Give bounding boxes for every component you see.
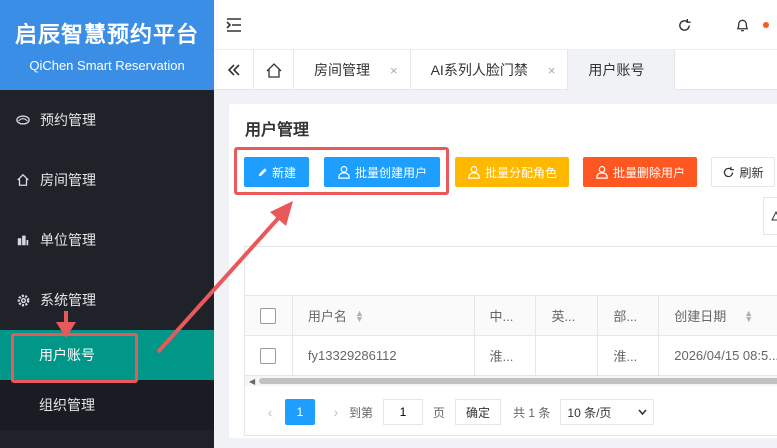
sidebar-item-label: 系统管理	[40, 292, 96, 308]
brand-title: 启辰智慧预约平台	[14, 23, 199, 48]
tab-home-icon[interactable]	[254, 50, 294, 90]
sidebar-item-reservation[interactable]: 预约管理	[0, 90, 214, 150]
page-unit-label: 页	[433, 405, 446, 420]
batch-delete-users-button[interactable]: 批量删除用户	[583, 157, 697, 187]
annotation-highlight-nav	[11, 333, 138, 383]
goto-label: 到第	[349, 405, 374, 420]
tab-user-accounts[interactable]: 用户账号	[568, 50, 676, 90]
gear-icon	[14, 291, 32, 309]
column-label: 用户名	[307, 309, 347, 324]
select-all-checkbox[interactable]	[260, 307, 276, 324]
column-label: 部...	[613, 309, 638, 324]
next-page-icon[interactable]: ›	[323, 404, 349, 420]
confirm-page-button[interactable]: 确定	[455, 399, 502, 425]
cell-chinese-name: 淮...	[475, 336, 537, 375]
brand-subtitle: QiChen Smart Reservation	[29, 58, 185, 73]
scrollbar-thumb[interactable]	[259, 378, 777, 384]
user-icon	[468, 166, 480, 179]
sidebar-item-label: 预约管理	[40, 112, 96, 128]
page-jump-input[interactable]	[383, 399, 424, 425]
home-icon	[14, 171, 32, 189]
horizontal-scrollbar[interactable]: ◀	[245, 376, 777, 386]
refresh-icon[interactable]	[674, 15, 694, 35]
page-title: 用户管理	[245, 122, 310, 139]
table-row[interactable]: fy13329286112 淮... 淮... 2026/04/15 08:5.…	[245, 336, 777, 376]
column-label: 创建日期	[674, 309, 727, 324]
scroll-left-icon[interactable]: ◀	[249, 377, 255, 386]
chevron-down-icon	[638, 409, 647, 415]
row-select-cell	[245, 336, 293, 375]
user-icon	[596, 166, 608, 179]
row-checkbox[interactable]	[260, 347, 276, 364]
cell-created-date: 2026/04/15 08:5...	[659, 336, 777, 375]
batch-assign-role-button[interactable]: 批量分配角色	[455, 157, 569, 187]
sidebar-item-label: 房间管理	[40, 172, 96, 188]
cell-english-name	[536, 336, 599, 375]
tab-label: 用户账号	[588, 62, 645, 78]
menu-fold-icon[interactable]	[224, 15, 244, 35]
sidebar-item-system[interactable]: 系统管理	[0, 270, 214, 330]
building-icon	[14, 231, 32, 249]
batch-delete-label: 批量删除用户	[612, 165, 685, 180]
tab-close-icon[interactable]: ×	[390, 63, 398, 78]
batch-role-label: 批量分配角色	[484, 165, 557, 180]
eye-icon	[14, 111, 32, 129]
top-header	[214, 0, 777, 50]
tab-label: AI系列人脸门禁	[430, 62, 528, 78]
sidebar-item-units[interactable]: 单位管理	[0, 210, 214, 270]
notification-dot	[763, 22, 769, 28]
column-label: 中...	[489, 309, 514, 324]
sidebar-item-rooms[interactable]: 房间管理	[0, 150, 214, 210]
column-username[interactable]: 用户名 ▲ ▼	[293, 296, 475, 335]
column-chinese-name[interactable]: 中...	[475, 296, 537, 335]
tab-face-access[interactable]: AI系列人脸门禁 ×	[411, 50, 569, 90]
pagination: ‹ 1 › 到第 页 确定 共 1 条 10 条/页	[245, 387, 777, 435]
cell-username: fy13329286112	[293, 336, 475, 375]
sort-icon[interactable]: ▲ ▼	[355, 308, 364, 323]
sidebar-subitem-organization[interactable]: 组织管理	[0, 380, 214, 430]
tab-room-management[interactable]: 房间管理 ×	[294, 50, 411, 90]
brand: 启辰智慧预约平台 QiChen Smart Reservation	[0, 0, 214, 90]
bell-icon[interactable]	[732, 15, 752, 35]
sort-icon[interactable]: ▲ ▼	[744, 308, 753, 323]
column-label: 英...	[551, 309, 576, 324]
total-count: 共 1 条	[513, 405, 551, 420]
column-created-date[interactable]: 创建日期 ▲ ▼	[659, 296, 777, 335]
prev-page-icon[interactable]: ‹	[257, 404, 283, 420]
tabs-bar: 房间管理 × AI系列人脸门禁 × 用户账号	[214, 50, 777, 90]
table-header: 用户名 ▲ ▼ 中... 英... 部... 创建日期 ▲ ▼	[245, 296, 777, 336]
select-all-cell	[245, 296, 293, 335]
refresh-icon	[724, 166, 735, 177]
tabs-scroll-left-icon[interactable]	[214, 50, 254, 90]
users-table: 用户名 ▲ ▼ 中... 英... 部... 创建日期 ▲ ▼ fy13329286…	[244, 246, 777, 436]
refresh-label: 刷新	[739, 165, 764, 180]
sidebar-item-label: 单位管理	[40, 232, 96, 248]
toolbar-tool-button[interactable]	[763, 197, 777, 235]
cell-department: 淮...	[598, 336, 660, 375]
page-size-value: 10 条/页	[567, 405, 612, 420]
column-department[interactable]: 部...	[598, 296, 660, 335]
warning-icon	[771, 211, 777, 221]
tab-close-icon[interactable]: ×	[548, 63, 556, 78]
page-size-select[interactable]: 10 条/页	[560, 399, 655, 425]
tab-label: 房间管理	[314, 62, 370, 78]
current-page[interactable]: 1	[285, 399, 315, 425]
refresh-button[interactable]: 刷新	[711, 157, 775, 187]
annotation-highlight-buttons	[234, 147, 449, 195]
column-english-name[interactable]: 英...	[536, 296, 599, 335]
table-toolbar-area	[245, 247, 777, 296]
